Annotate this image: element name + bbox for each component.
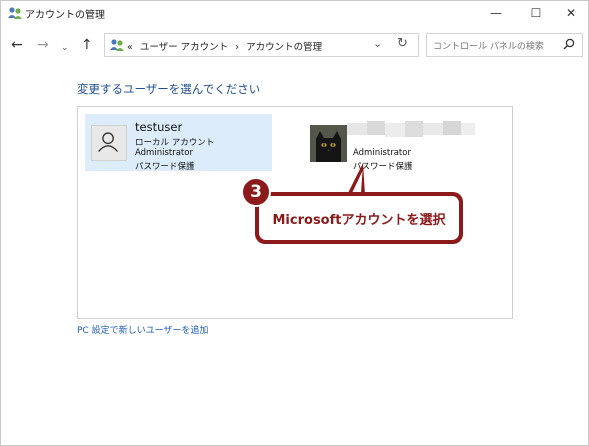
search-input[interactable]: コントロール パネルの検索 — [433, 39, 544, 52]
breadcrumb: « ユーザー アカウント › アカウントの管理 — [127, 39, 322, 53]
redacted-account-name — [347, 121, 475, 137]
title-bar: アカウントの管理 — ☐ ✕ — [1, 1, 588, 25]
back-button[interactable]: ← — [11, 37, 23, 53]
page-heading: 変更するユーザーを選んでください — [77, 82, 261, 96]
add-user-link[interactable]: PC 設定で新しいユーザーを追加 — [77, 323, 208, 336]
recent-locations-button[interactable]: ⌄ — [61, 40, 69, 56]
account-protection: パスワード保護 — [135, 162, 195, 172]
account-role: Administrator — [353, 148, 411, 158]
account-role: Administrator — [135, 148, 193, 158]
person-icon — [98, 132, 119, 152]
account-tile-microsoft[interactable]: Administrator パスワード保護 — [303, 114, 490, 172]
address-dropdown-button[interactable]: ⌄ — [373, 37, 382, 50]
refresh-button[interactable]: ↻ — [397, 36, 408, 51]
account-tile-testuser[interactable]: testuser ローカル アカウント Administrator パスワード保… — [85, 114, 272, 172]
cat-avatar-photo — [310, 125, 347, 162]
address-bar[interactable]: « ユーザー アカウント › アカウントの管理 ⌄ ↻ — [104, 33, 419, 57]
window: アカウントの管理 — ☐ ✕ ← → ⌄ ↑ « ユーザー アカウント › アカ… — [0, 0, 589, 446]
forward-button[interactable]: → — [37, 37, 49, 53]
breadcrumb-item-user-accounts[interactable]: ユーザー アカウント — [140, 42, 228, 53]
account-type: ローカル アカウント — [135, 138, 215, 148]
search-box[interactable]: コントロール パネルの検索 — [426, 33, 583, 57]
users-icon — [110, 39, 124, 51]
users-icon — [8, 7, 22, 19]
avatar — [91, 125, 127, 161]
step-number-badge: 3 — [241, 177, 271, 207]
search-icon[interactable] — [563, 38, 575, 50]
callout-pointer — [347, 163, 365, 195]
navigation-bar: ← → ⌄ ↑ « ユーザー アカウント › アカウントの管理 ⌄ ↻ コントロ… — [1, 29, 588, 61]
breadcrumb-item-manage-accounts[interactable]: アカウントの管理 — [246, 42, 322, 53]
maximize-button[interactable]: ☐ — [516, 1, 556, 25]
breadcrumb-overflow[interactable]: « — [127, 42, 133, 53]
window-title: アカウントの管理 — [25, 10, 105, 21]
annotation-callout: Microsoftアカウントを選択 — [255, 192, 463, 244]
callout-body: Microsoftアカウントを選択 — [259, 196, 459, 240]
up-button[interactable]: ↑ — [81, 37, 93, 53]
callout-text: Microsoftアカウントを選択 — [272, 213, 446, 228]
breadcrumb-separator[interactable]: › — [235, 42, 239, 53]
account-name: testuser — [135, 120, 183, 134]
minimize-button[interactable]: — — [476, 1, 516, 25]
close-button[interactable]: ✕ — [551, 1, 589, 25]
